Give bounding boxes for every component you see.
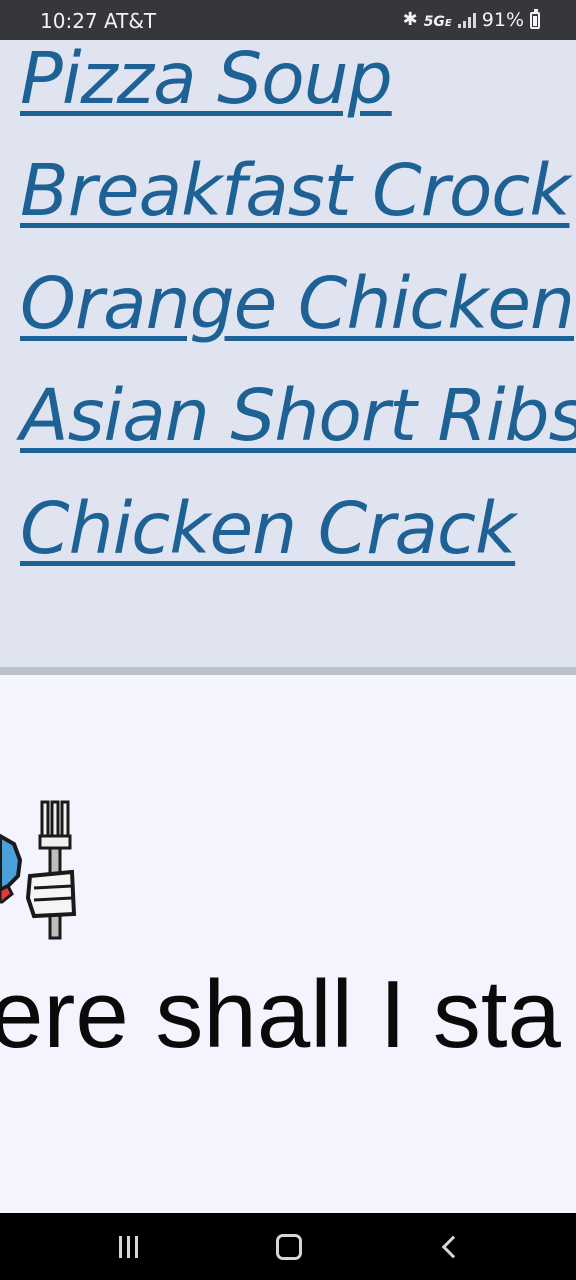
recipe-link-orange-chicken[interactable]: Orange Chicken	[20, 259, 575, 349]
status-time-carrier: 10:27 AT&T	[40, 9, 157, 33]
recipe-link-pizza-soup[interactable]: Pizza Soup	[20, 40, 393, 124]
bluetooth-icon: ✱	[402, 9, 418, 30]
plate-fork-icon	[0, 800, 77, 940]
recents-button[interactable]	[88, 1213, 168, 1280]
battery-percent: 91%	[481, 9, 524, 31]
network-indicator: 5GE	[423, 14, 452, 30]
back-icon	[441, 1235, 465, 1258]
main-content: ere shall I sta	[0, 675, 576, 1213]
recipe-link-asian-short-ribs[interactable]: Asian Short Ribs	[20, 371, 576, 461]
recipe-link-list: Pizza Soup Breakfast Crock Orange Chicke…	[0, 40, 576, 667]
recents-icon	[118, 1235, 138, 1258]
status-icons: ✱ 5GE 91%	[402, 8, 540, 31]
recipe-link-chicken-crack[interactable]: Chicken Crack	[20, 484, 516, 574]
battery-icon	[530, 8, 540, 29]
recipe-link-breakfast-crock[interactable]: Breakfast Crock	[20, 146, 570, 236]
section-divider	[0, 667, 576, 675]
home-button[interactable]	[249, 1213, 329, 1280]
status-bar: 10:27 AT&T ✱ 5GE 91%	[0, 0, 576, 40]
navigation-bar	[0, 1213, 576, 1280]
back-button[interactable]	[410, 1213, 490, 1280]
signal-icon	[457, 12, 476, 28]
home-icon	[276, 1233, 302, 1260]
greeting-heading: ere shall I sta	[0, 961, 561, 1068]
